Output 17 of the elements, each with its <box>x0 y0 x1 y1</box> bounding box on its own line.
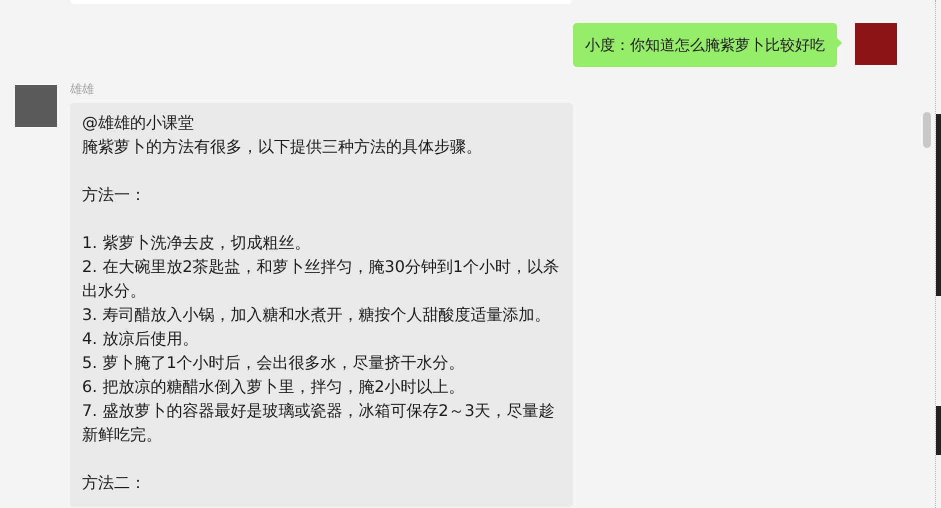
message-line: 方法二： <box>82 472 147 494</box>
avatar-photo-placeholder[interactable] <box>15 85 57 127</box>
message-line: 腌紫萝卜的方法有很多，以下提供三种方法的具体步骤。 <box>82 136 483 158</box>
message-line: 1. 紫萝卜洗净去皮，切成粗丝。 <box>82 232 312 254</box>
message-line: @雄雄的小课堂 <box>82 112 195 134</box>
message-line: 5. 萝卜腌了1个小时后，会出很多水，尽量挤干水分。 <box>82 352 466 374</box>
message-line: 7. 盛放萝卜的容器最好是玻璃或瓷器，冰箱可保存2～3天，尽量趁新鲜吃完。 <box>82 400 556 446</box>
bubble-tail-icon <box>837 38 842 48</box>
sender-name: 雄雄 <box>70 82 94 96</box>
message-line: 6. 把放凉的糖醋水倒入萝卜里，拌匀，腌2小时以上。 <box>82 376 466 398</box>
message-line: 方法一： <box>82 184 147 206</box>
message-line: 2. 在大碗里放2茶匙盐，和萝卜丝拌匀，腌30分钟到1个小时，以杀出水分。 <box>82 256 560 302</box>
scrollbar-thumb[interactable] <box>923 112 931 148</box>
sent-message-bubble: 小度：你知道怎么腌紫萝卜比较好吃 <box>573 23 837 67</box>
message-line: 4. 放凉后使用。 <box>82 328 200 350</box>
message-line: 3. 寿司醋放入小锅，加入糖和水煮开，糖按个人甜酸度适量添加。 <box>82 304 552 326</box>
avatar-photo-placeholder[interactable] <box>855 23 897 65</box>
